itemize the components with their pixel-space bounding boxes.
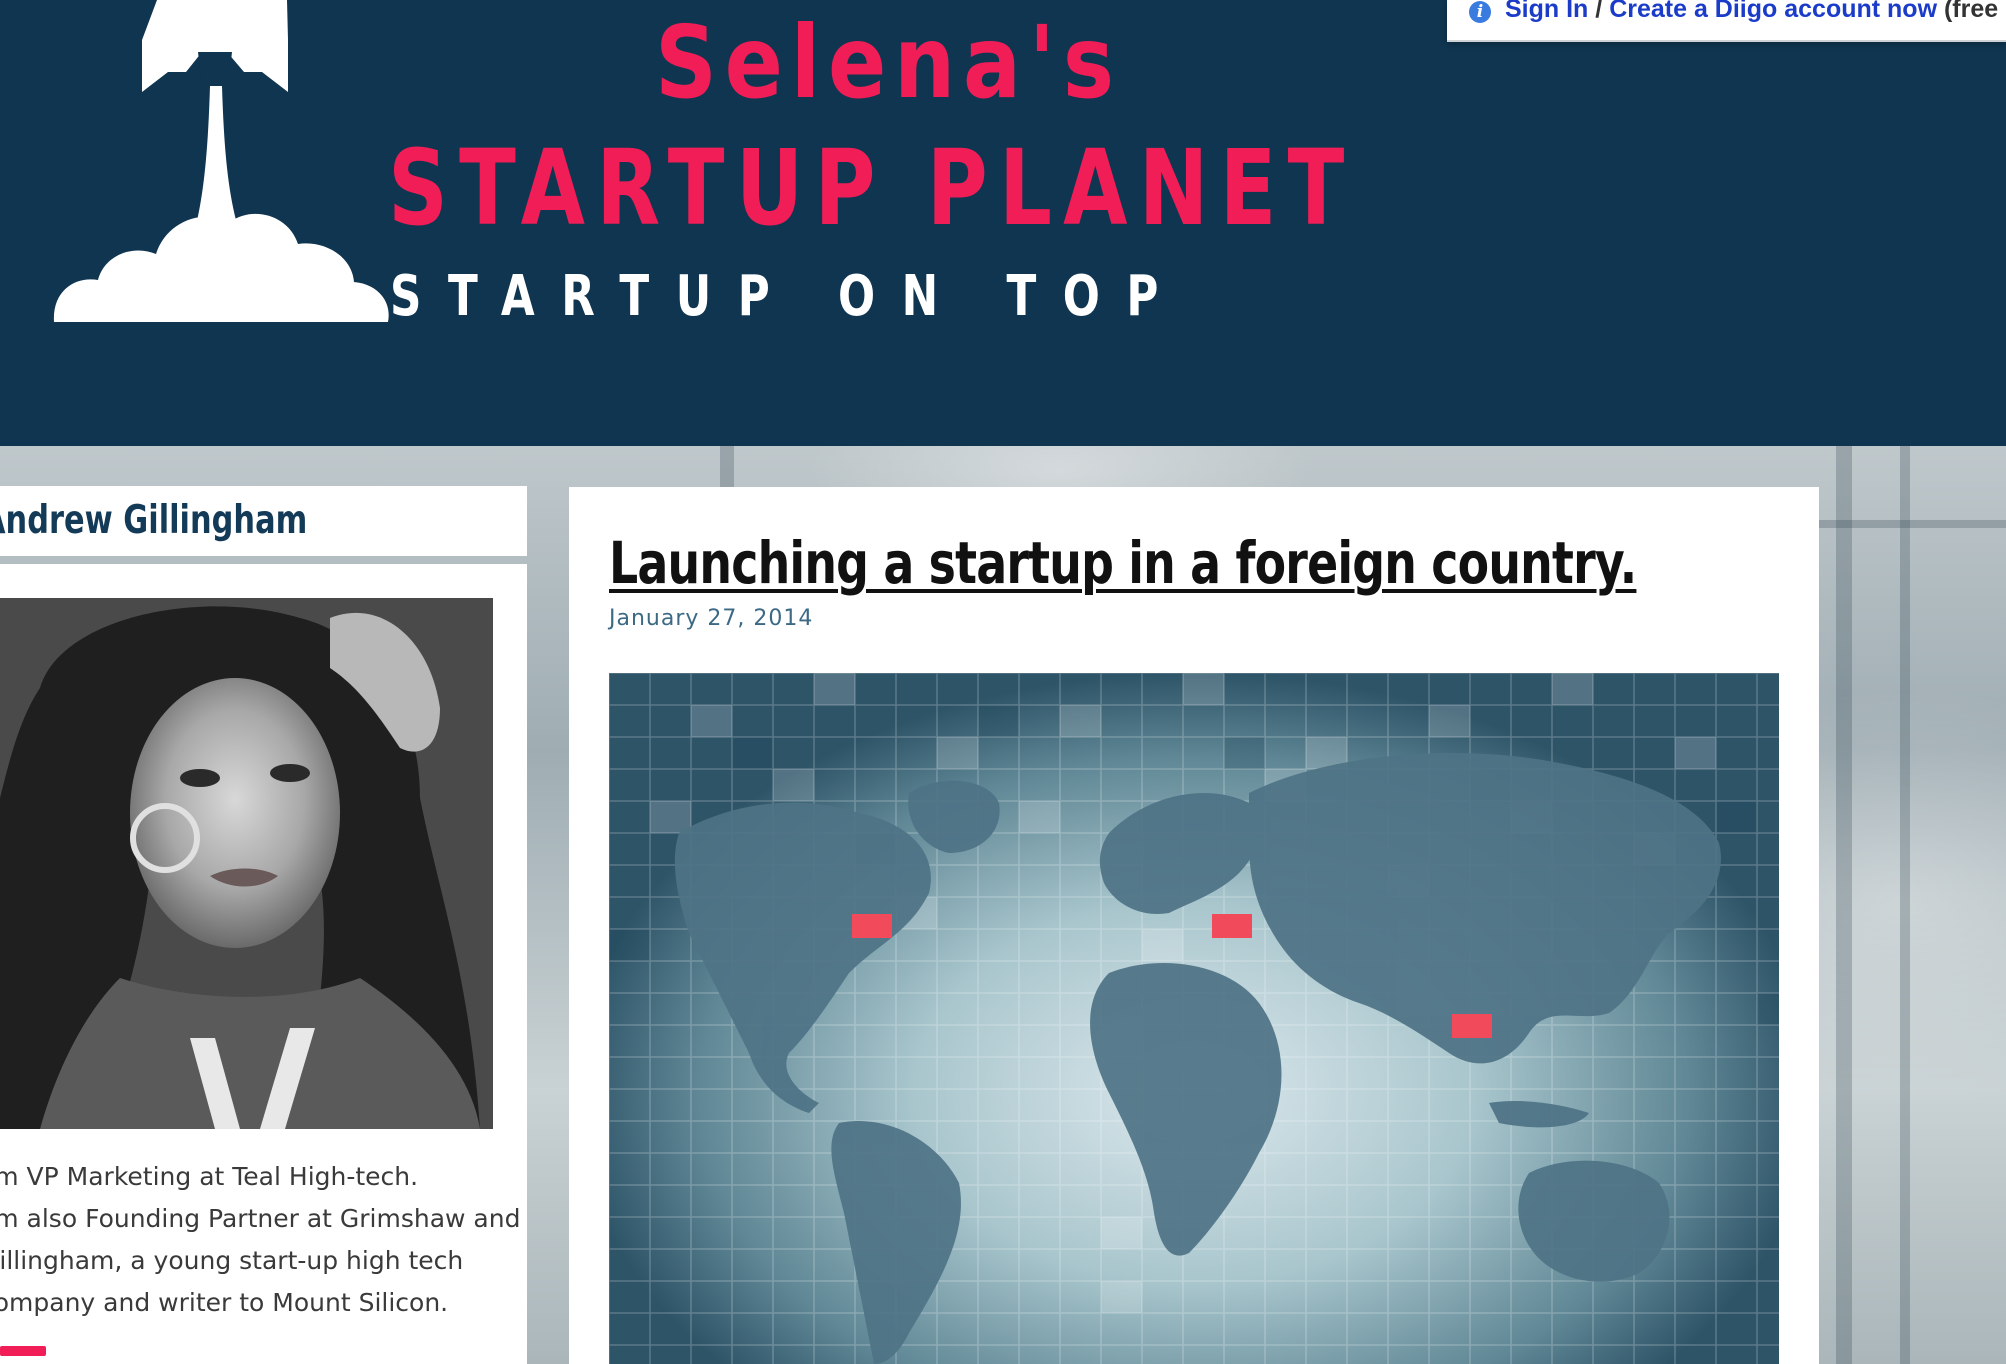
author-profile-card: I'm VP Marketing at Teal High-tech. I'm … [0, 564, 527, 1364]
info-icon: i [1469, 1, 1491, 23]
bio-line: Gillingham, a young start-up high tech [0, 1246, 464, 1275]
sign-in-link[interactable]: Sign In [1505, 0, 1588, 23]
brand-title-line2[interactable]: STARTUP PLANET [388, 132, 1356, 244]
bio-line: I'm also Founding Partner at Grimshaw an… [0, 1204, 521, 1233]
author-name[interactable]: Andrew Gillingham [0, 496, 307, 546]
link-separator: / [1595, 0, 1603, 23]
diigo-signin-text: Sign In / Create a Diigo account now (fr… [1505, 0, 1999, 23]
site-header: Selena's STARTUP PLANET STARTUP ON TOP [0, 0, 2006, 446]
author-heading-bar: Andrew Gillingham [0, 486, 527, 556]
bio-line: I'm VP Marketing at Teal High-tech. [0, 1162, 419, 1191]
free-note: (free [1943, 0, 1999, 23]
diigo-signin-bar: i Sign In / Create a Diigo account now (… [1447, 0, 2006, 42]
author-photo[interactable] [0, 598, 493, 1129]
post-title-link[interactable]: Launching a startup in a foreign country… [609, 527, 1637, 599]
create-account-link[interactable]: Create a Diigo account now [1609, 0, 1937, 23]
author-bio: I'm VP Marketing at Teal High-tech. I'm … [0, 1156, 521, 1324]
rocket-logo-icon[interactable] [52, 0, 392, 330]
site-tagline: STARTUP ON TOP [390, 264, 1185, 329]
map-marker-europe [1212, 914, 1252, 938]
map-marker-asia [1452, 1014, 1492, 1038]
post-date: January 27, 2014 [609, 606, 814, 631]
map-marker-north-america [852, 914, 892, 938]
read-more-link[interactable] [0, 1346, 46, 1356]
bio-line: company and writer to Mount Silicon. [0, 1288, 449, 1317]
blog-post-card: Launching a startup in a foreign country… [569, 487, 1819, 1364]
world-map-image[interactable] [609, 673, 1779, 1364]
brand-title-line1[interactable]: Selena's [655, 8, 1114, 118]
